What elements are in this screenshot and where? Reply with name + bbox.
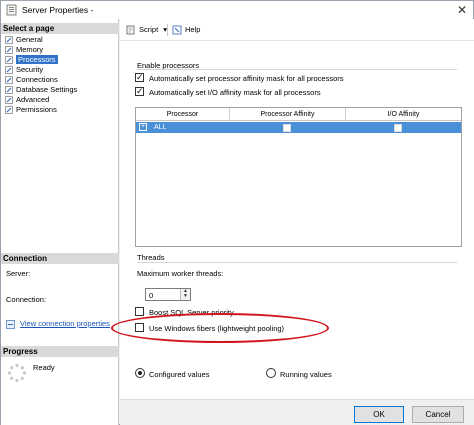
page-wrench-icon: [5, 76, 13, 84]
help-icon: [172, 25, 182, 35]
io-affinity-checkbox[interactable]: [135, 85, 144, 97]
close-icon[interactable]: ✕: [454, 3, 470, 17]
io-affinity-cell-checkbox[interactable]: [394, 124, 402, 132]
max-worker-threads-stepper[interactable]: 0 ▲ ▼: [145, 288, 191, 301]
sidebar-item-label: Memory: [16, 45, 44, 54]
expand-icon[interactable]: +: [139, 123, 147, 131]
script-button[interactable]: Script ▾: [126, 25, 167, 35]
progress-header: Progress: [1, 346, 119, 357]
sidebar-item-label: Advanced: [16, 95, 50, 104]
processor-grid[interactable]: Processor Processor Affinity I/O Affinit…: [135, 107, 462, 247]
progress-status: Ready: [33, 363, 55, 372]
processor-affinity-cell-checkbox[interactable]: [283, 124, 291, 132]
progress-spinner-icon: [7, 363, 27, 383]
window-title: Server Properties -: [22, 5, 94, 15]
cancel-button[interactable]: Cancel: [412, 406, 464, 423]
running-values-label: Running values: [280, 370, 332, 379]
enable-processors-divider: [137, 69, 457, 70]
help-button[interactable]: Help: [172, 25, 200, 35]
processor-affinity-label: Automatically set processor affinity mas…: [149, 74, 344, 83]
server-properties-icon: [6, 4, 17, 16]
column-header-processor-affinity[interactable]: Processor Affinity: [230, 108, 346, 121]
sidebar-item-label: Processors: [16, 55, 58, 64]
stepper-down-icon[interactable]: ▼: [181, 294, 190, 299]
threads-title: Threads: [137, 253, 165, 262]
connection-header: Connection: [1, 253, 119, 264]
sidebar-item-database-settings[interactable]: Database Settings: [5, 85, 113, 95]
left-panel: Select a page General Memory Processors …: [1, 19, 119, 425]
processor-name: ALL: [154, 124, 167, 131]
server-label: Server:: [6, 269, 31, 278]
windows-fibers-label: Use Windows fibers (lightweight pooling): [149, 324, 285, 333]
select-page-header: Select a page: [1, 23, 119, 34]
sidebar-item-label: Security: [16, 65, 44, 74]
connection-label: Connection:: [6, 295, 47, 304]
sidebar-item-processors[interactable]: Processors: [5, 55, 113, 65]
max-worker-threads-value: 0: [149, 291, 154, 300]
sidebar-item-advanced[interactable]: Advanced: [5, 95, 113, 105]
boost-priority-checkbox[interactable]: [135, 307, 144, 316]
sidebar-item-connections[interactable]: Connections: [5, 75, 113, 85]
io-affinity-label: Automatically set I/O affinity mask for …: [149, 88, 321, 97]
script-label: Script: [139, 25, 159, 34]
help-label: Help: [185, 25, 201, 34]
page-wrench-icon: [5, 66, 13, 74]
column-header-processor[interactable]: Processor: [136, 108, 230, 121]
server-properties-window: Server Properties - ✕ Select a page Gene…: [0, 0, 474, 425]
grid-header: Processor Processor Affinity I/O Affinit…: [136, 108, 461, 121]
ok-button[interactable]: OK: [354, 406, 404, 423]
connection-properties-icon: [6, 319, 15, 329]
page-wrench-icon: [5, 36, 13, 44]
sidebar-item-label: General: [16, 35, 43, 44]
sidebar-item-permissions[interactable]: Permissions: [5, 105, 113, 115]
view-connection-properties-label: View connection properties: [20, 319, 110, 328]
sidebar-item-memory[interactable]: Memory: [5, 45, 113, 55]
toolbar: Script ▾ Help: [120, 19, 474, 41]
max-worker-threads-label: Maximum worker threads:: [137, 269, 224, 278]
sidebar-item-label: Connections: [16, 75, 58, 84]
column-header-io-affinity[interactable]: I/O Affinity: [346, 108, 461, 121]
page-wrench-icon: [5, 46, 13, 54]
sidebar-item-general[interactable]: General: [5, 35, 113, 45]
threads-divider: [137, 262, 457, 263]
stepper-arrows[interactable]: ▲ ▼: [180, 289, 190, 300]
toolbar-separator: [167, 24, 168, 36]
table-row[interactable]: + ALL: [136, 122, 461, 133]
script-icon: [126, 25, 135, 35]
view-connection-properties-link[interactable]: View connection properties: [6, 319, 110, 329]
configured-values-label: Configured values: [149, 370, 210, 379]
boost-priority-label: Boost SQL Server priority: [149, 308, 234, 317]
page-wrench-icon: [5, 106, 13, 114]
processor-affinity-checkbox[interactable]: [135, 71, 144, 83]
title-bar: Server Properties - ✕: [1, 1, 473, 19]
page-wrench-icon: [5, 96, 13, 104]
page-wrench-icon: [5, 86, 13, 94]
sidebar-item-label: Database Settings: [16, 85, 78, 94]
sidebar-item-security[interactable]: Security: [5, 65, 113, 75]
running-values-radio[interactable]: [266, 368, 276, 378]
windows-fibers-checkbox[interactable]: [135, 323, 144, 332]
sidebar-item-label: Permissions: [16, 105, 57, 114]
page-wrench-icon: [5, 56, 13, 64]
configured-values-radio[interactable]: [135, 368, 145, 378]
